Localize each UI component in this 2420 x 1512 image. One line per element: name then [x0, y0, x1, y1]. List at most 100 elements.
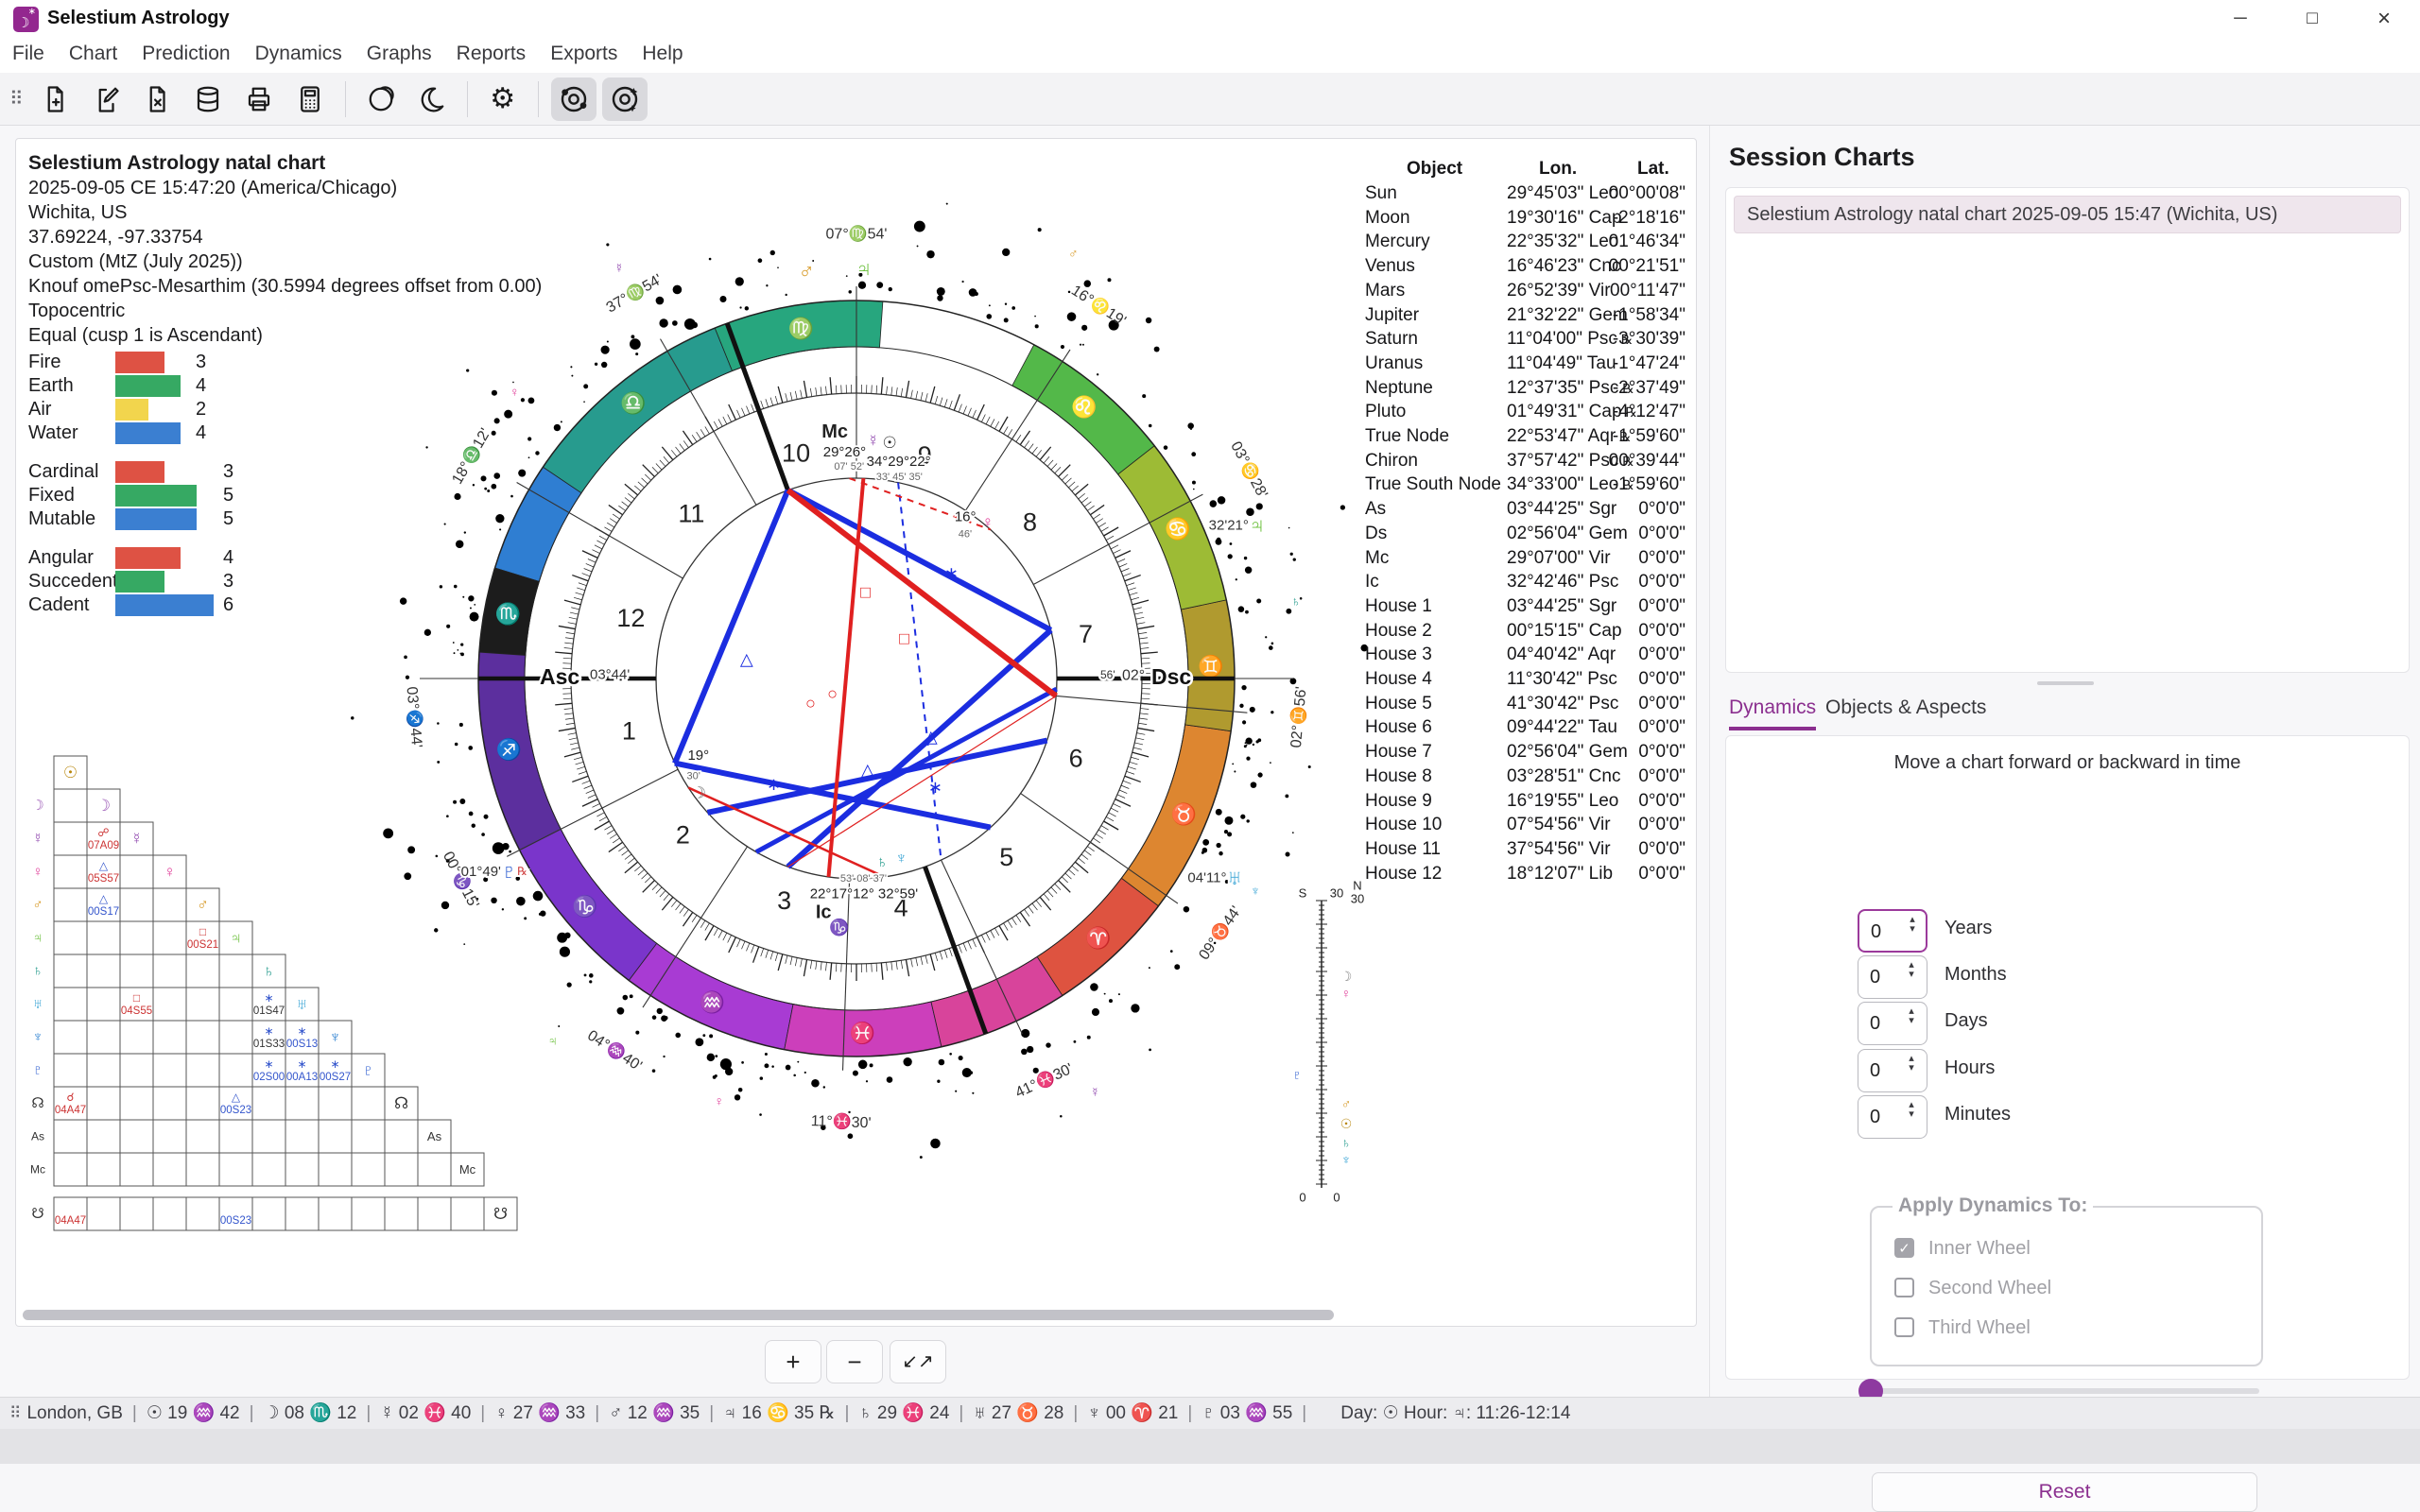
inner-wheel-checkbox[interactable]: ✓: [1894, 1238, 1914, 1258]
apply-option-row: Second Wheel: [1894, 1278, 2235, 1300]
horizontal-scrollbar[interactable]: [23, 1310, 1334, 1320]
table-cell: House 6: [1365, 717, 1432, 738]
spinner-arrows-icon[interactable]: ▴▾: [1902, 1054, 1921, 1073]
svg-text:♍: ♍: [788, 317, 814, 340]
dynamics-description: Move a chart forward or backward in time: [1726, 752, 2409, 774]
table-cell: 26°52'39" Vir: [1507, 281, 1611, 301]
spinner-arrows-icon[interactable]: ▴▾: [1902, 1100, 1921, 1119]
orbit-dynamics-button[interactable]: [602, 77, 648, 121]
table-cell: Saturn: [1365, 329, 1418, 350]
panel-splitter[interactable]: [2037, 681, 2094, 685]
status-day-hour: Day: ☉ Hour: ♃: 11:26-12:14: [1316, 1403, 1570, 1423]
svg-text:♃: ♃: [32, 930, 43, 946]
table-cell: 41°30'42" Psc: [1507, 694, 1618, 714]
menu-reports[interactable]: Reports: [444, 38, 539, 70]
menu-help[interactable]: Help: [630, 38, 695, 70]
time-slider[interactable]: [1860, 1388, 2259, 1394]
svg-text:03°44': 03°44': [590, 667, 630, 683]
svg-text:☊: ☊: [394, 1094, 408, 1112]
tab-dynamics[interactable]: Dynamics: [1729, 696, 1816, 730]
svg-text:04'11°♅: 04'11°♅: [1187, 865, 1242, 889]
svg-text:32'21°♃: 32'21°♃: [1209, 512, 1265, 537]
spinner-arrows-icon[interactable]: ▴▾: [1902, 1006, 1921, 1025]
toolbar-separator: [538, 81, 539, 117]
minutes-input[interactable]: 0▴▾: [1858, 1095, 1927, 1139]
svg-text:18°♎12': 18°♎12': [448, 425, 494, 488]
table-cell: 0°0'0": [1638, 548, 1685, 569]
table-cell: 29°07'00" Vir: [1507, 548, 1611, 569]
svg-text:♆: ♆: [895, 850, 908, 868]
fit-view-button[interactable]: ↙↗: [890, 1340, 946, 1383]
table-cell: 02°56'04" Gem: [1507, 742, 1628, 763]
hours-input[interactable]: 0▴▾: [1858, 1049, 1927, 1092]
maximize-button[interactable]: □: [2276, 0, 2348, 38]
settings-button[interactable]: ⚙: [480, 77, 526, 121]
dark-theme-button[interactable]: [409, 77, 455, 121]
spinner-arrows-icon[interactable]: ▴▾: [1903, 915, 1922, 934]
dist-label: Earth: [28, 375, 74, 397]
svg-text:♉: ♉: [1171, 802, 1197, 826]
dist-row: Air2: [28, 398, 312, 421]
table-cell: 0°0'0": [1638, 766, 1685, 787]
svg-text:♆: ♆: [1251, 883, 1261, 898]
table-cell: -1°47'24": [1613, 353, 1685, 374]
months-input[interactable]: 0▴▾: [1858, 955, 1927, 999]
reset-button[interactable]: Reset: [1872, 1472, 2257, 1512]
dist-value: 6: [223, 594, 233, 616]
menu-file[interactable]: File: [0, 38, 57, 70]
delete-chart-button[interactable]: [134, 77, 180, 121]
calculator-button[interactable]: [287, 77, 333, 121]
svg-text:♆: ♆: [32, 1029, 43, 1045]
tab-objects-aspects[interactable]: Objects & Aspects: [1825, 696, 1986, 727]
minimize-button[interactable]: ─: [2204, 0, 2276, 38]
menu-prediction[interactable]: Prediction: [130, 38, 242, 70]
table-cell: 0°0'0": [1638, 815, 1685, 835]
years-input[interactable]: 0▴▾: [1858, 909, 1927, 953]
table-cell: Neptune: [1365, 378, 1433, 399]
edit-chart-button[interactable]: [83, 77, 129, 121]
menu-graphs[interactable]: Graphs: [354, 38, 444, 70]
close-button[interactable]: ×: [2348, 0, 2420, 38]
zoom-in-button[interactable]: +: [765, 1340, 821, 1383]
object-table-row: Chiron37°57'42" Psc ℞00°39'44": [1363, 451, 1689, 475]
third-wheel-checkbox[interactable]: [1894, 1317, 1914, 1337]
svg-text:09°♉44': 09°♉44': [1195, 902, 1245, 963]
zoom-out-button[interactable]: −: [826, 1340, 883, 1383]
dist-value: 3: [223, 571, 233, 593]
days-input[interactable]: 0▴▾: [1858, 1002, 1927, 1045]
table-cell: 11°30'42" Psc: [1507, 669, 1617, 690]
svg-text:46': 46': [959, 528, 972, 540]
svg-text:6: 6: [1069, 744, 1083, 772]
svg-text:♂: ♂: [1068, 246, 1079, 261]
toolbar-grip[interactable]: ⠿: [0, 87, 29, 111]
svg-text:∗: ∗: [264, 1024, 273, 1038]
database-button[interactable]: [185, 77, 231, 121]
file-x-icon: [143, 85, 171, 113]
svg-text:∗: ∗: [330, 1057, 339, 1071]
svg-text:00S27: 00S27: [320, 1072, 351, 1083]
svg-text:△: △: [925, 728, 938, 747]
new-chart-button[interactable]: [32, 77, 78, 121]
orbit-chart-button[interactable]: [551, 77, 596, 121]
light-theme-button[interactable]: [358, 77, 404, 121]
status-grip[interactable]: ⠿: [0, 1404, 26, 1422]
table-cell: 29°45'03" Leo: [1507, 183, 1618, 204]
spinner-arrows-icon[interactable]: ▴▾: [1902, 960, 1921, 979]
session-chart-item[interactable]: Selestium Astrology natal chart 2025-09-…: [1734, 196, 2401, 233]
table-cell: Moon: [1365, 208, 1410, 229]
table-cell: 0°0'0": [1638, 524, 1685, 544]
object-table-row: Uranus11°04'49" Tau-1°47'24": [1363, 353, 1689, 378]
svg-text:♀: ♀: [164, 863, 176, 881]
orbit-sparkle-icon: [610, 84, 640, 114]
menu-exports[interactable]: Exports: [538, 38, 630, 70]
second-wheel-checkbox[interactable]: [1894, 1278, 1914, 1297]
table-cell: House 10: [1365, 815, 1442, 835]
calculator-icon: [296, 85, 324, 113]
svg-text:☿: ☿: [867, 432, 879, 450]
dist-row: Fixed5: [28, 484, 312, 507]
print-button[interactable]: [236, 77, 282, 121]
svg-text:00S23: 00S23: [220, 1105, 251, 1116]
table-cell: House 2: [1365, 621, 1432, 642]
menu-dynamics[interactable]: Dynamics: [243, 38, 354, 70]
menu-chart[interactable]: Chart: [57, 38, 130, 70]
